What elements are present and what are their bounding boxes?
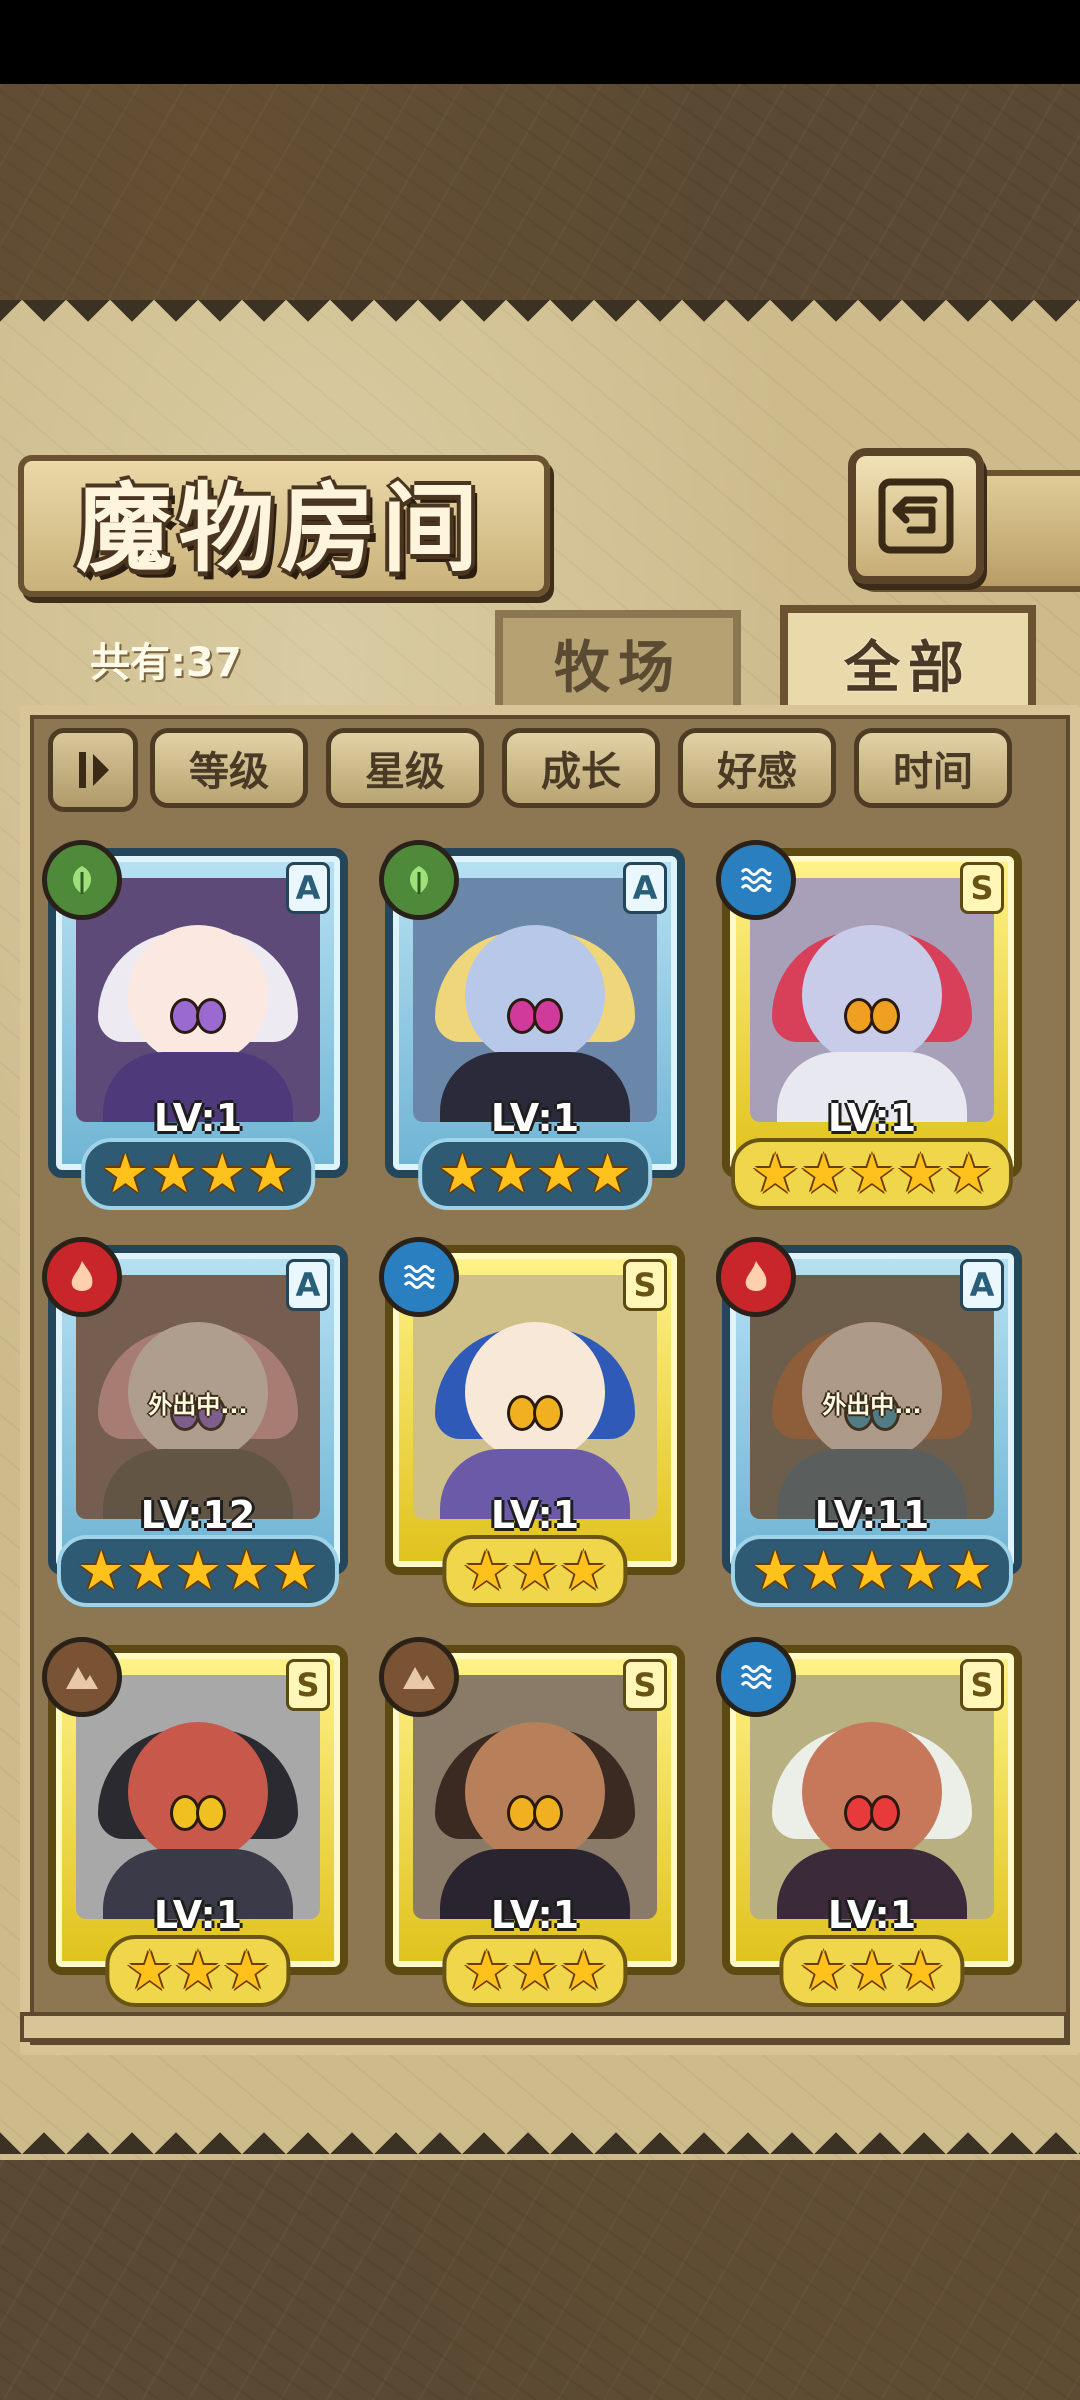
leaf-icon	[42, 840, 122, 920]
flame-icon	[42, 1237, 122, 1317]
monster-level: LV:11	[814, 1493, 930, 1537]
monster-card[interactable]: S LV:1 ★★★	[716, 1637, 1022, 2007]
mountain-icon	[42, 1637, 122, 1717]
sort-level-button[interactable]: 等级	[150, 728, 308, 808]
star-rating: ★★★★★	[730, 1138, 1014, 1210]
rank-badge: S	[623, 1659, 667, 1711]
page-title: 魔物房间	[76, 471, 484, 585]
monster-count: 共有:37	[90, 640, 242, 686]
monster-card[interactable]: A LV:1 ★★★★	[42, 840, 348, 1210]
torn-edge-bottom	[0, 2110, 1080, 2154]
star-rating: ★★★	[442, 1535, 628, 1607]
away-status: 外出中...	[822, 1391, 922, 1419]
rank-badge: S	[286, 1659, 330, 1711]
rank-badge: A	[960, 1259, 1004, 1311]
monster-level: LV:1	[153, 1893, 243, 1937]
torn-edge-top	[0, 300, 1080, 344]
monster-card[interactable]: S LV:1 ★★★	[379, 1637, 685, 2007]
rank-badge: A	[286, 1259, 330, 1311]
rank-badge: A	[286, 862, 330, 914]
monster-card[interactable]: A LV:1 ★★★★	[379, 840, 685, 1210]
sort-star-button[interactable]: 星级	[326, 728, 484, 808]
monster-level: LV:1	[153, 1096, 243, 1140]
rank-badge: S	[623, 1259, 667, 1311]
monster-card[interactable]: S LV:1 ★★★★★	[716, 840, 1022, 1210]
star-rating: ★★★★	[81, 1138, 315, 1210]
flame-icon	[716, 1237, 796, 1317]
monster-level: LV:1	[827, 1096, 917, 1140]
monster-level: LV:12	[140, 1493, 256, 1537]
tab-all[interactable]: 全部	[780, 605, 1036, 713]
back-button[interactable]	[848, 448, 984, 584]
monster-card[interactable]: 外出中... A LV:12 ★★★★★	[42, 1237, 348, 1607]
back-arrow-icon	[878, 478, 954, 554]
water-wave-icon	[716, 1637, 796, 1717]
mountain-icon	[379, 1637, 459, 1717]
monster-level: LV:1	[827, 1893, 917, 1937]
star-rating: ★★★★	[418, 1138, 652, 1210]
sort-growth-button[interactable]: 成长	[502, 728, 660, 808]
monster-card[interactable]: S LV:1 ★★★	[42, 1637, 348, 2007]
star-rating: ★★★★★	[56, 1535, 340, 1607]
sort-order-icon	[79, 752, 109, 788]
leaf-icon	[379, 840, 459, 920]
water-wave-icon	[379, 1237, 459, 1317]
water-wave-icon	[716, 840, 796, 920]
monster-level: LV:1	[490, 1493, 580, 1537]
monster-card[interactable]: 外出中... A LV:11 ★★★★★	[716, 1237, 1022, 1607]
star-rating: ★★★	[779, 1935, 965, 2007]
sort-affection-button[interactable]: 好感	[678, 728, 836, 808]
rank-badge: S	[960, 862, 1004, 914]
monster-level: LV:1	[490, 1893, 580, 1937]
sort-time-button[interactable]: 时间	[854, 728, 1012, 808]
monster-card[interactable]: S LV:1 ★★★	[379, 1237, 685, 1607]
star-rating: ★★★	[105, 1935, 291, 2007]
panel-bottom-rail	[20, 2012, 1068, 2042]
status-bar	[0, 0, 1080, 84]
tab-ranch[interactable]: 牧场	[495, 610, 741, 708]
star-rating: ★★★★★	[730, 1535, 1014, 1607]
away-status: 外出中...	[148, 1391, 248, 1419]
sort-order-toggle[interactable]	[48, 728, 138, 812]
star-rating: ★★★	[442, 1935, 628, 2007]
rank-badge: S	[960, 1659, 1004, 1711]
rank-badge: A	[623, 862, 667, 914]
monster-level: LV:1	[490, 1096, 580, 1140]
